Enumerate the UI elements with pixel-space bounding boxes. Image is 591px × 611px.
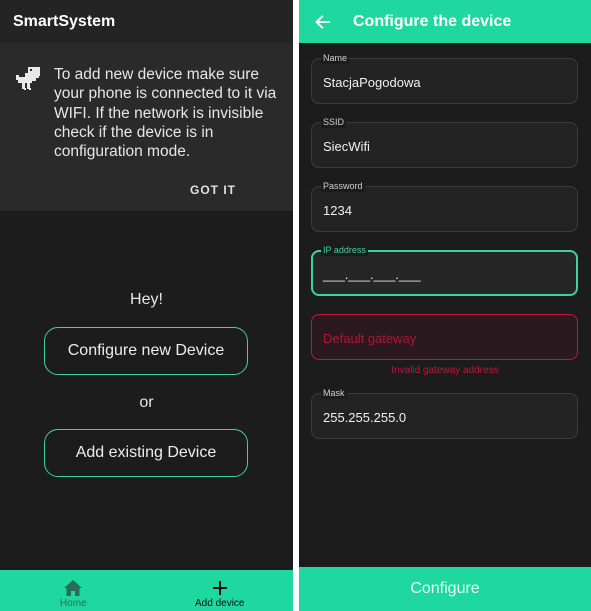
ip-address-field-label: IP address [321, 244, 368, 256]
arrow-left-icon[interactable] [315, 14, 331, 30]
home-icon [64, 580, 83, 596]
banner-message: To add new device make sure your phone i… [54, 66, 277, 161]
mask-field-label: Mask [321, 387, 347, 399]
ip-address-field-value: ___.___.___.___ [323, 267, 421, 282]
ssid-field-label: SSID [321, 116, 347, 128]
nav-item-home[interactable]: Home [0, 570, 147, 611]
nav-item-add-device[interactable]: Add device [147, 570, 294, 611]
nav-label-add-device: Add device [195, 598, 245, 609]
ssid-field[interactable]: SSID SiecWifi [311, 116, 578, 168]
greeting: Hey! [130, 291, 163, 308]
app-bar: SmartSystem [0, 0, 293, 43]
gateway-error-message: Invalid gateway address [391, 365, 499, 376]
password-field[interactable]: Password 1234 [311, 180, 578, 232]
mask-field-value: 255.255.255.0 [323, 410, 407, 425]
or-separator: or [139, 394, 154, 411]
mask-field[interactable]: Mask 255.255.255.0 [311, 387, 578, 439]
got-it-button[interactable]: GOT IT [190, 183, 236, 197]
configure-button[interactable]: Configure [299, 567, 591, 611]
default-gateway-field[interactable]: Default gateway [311, 314, 578, 360]
password-field-value: 1234 [323, 203, 352, 218]
configure-device-screen: Configure the device Name StacjaPogodowa… [299, 0, 591, 611]
app-title: SmartSystem [13, 12, 116, 30]
name-field-label: Name [321, 52, 350, 64]
bottom-navigation: Home Add device [0, 570, 293, 611]
info-banner: To add new device make sure your phone i… [0, 43, 293, 211]
configure-new-device-button[interactable]: Configure new Device [44, 327, 248, 375]
top-app-bar: Configure the device [299, 0, 591, 43]
ssid-field-value: SiecWifi [323, 139, 370, 154]
plus-icon [212, 581, 227, 595]
screen-title: Configure the device [353, 12, 512, 30]
ip-address-field[interactable]: IP address ___.___.___.___ [311, 244, 578, 296]
nav-label-home: Home [59, 598, 87, 609]
name-field-value: StacjaPogodowa [323, 75, 421, 90]
home-screen: SmartSystem To add new device make sure … [0, 0, 293, 611]
dino-icon [16, 67, 40, 90]
add-existing-device-button[interactable]: Add existing Device [44, 429, 248, 477]
password-field-label: Password [321, 180, 365, 192]
name-field[interactable]: Name StacjaPogodowa [311, 52, 578, 104]
default-gateway-placeholder: Default gateway [323, 331, 417, 346]
